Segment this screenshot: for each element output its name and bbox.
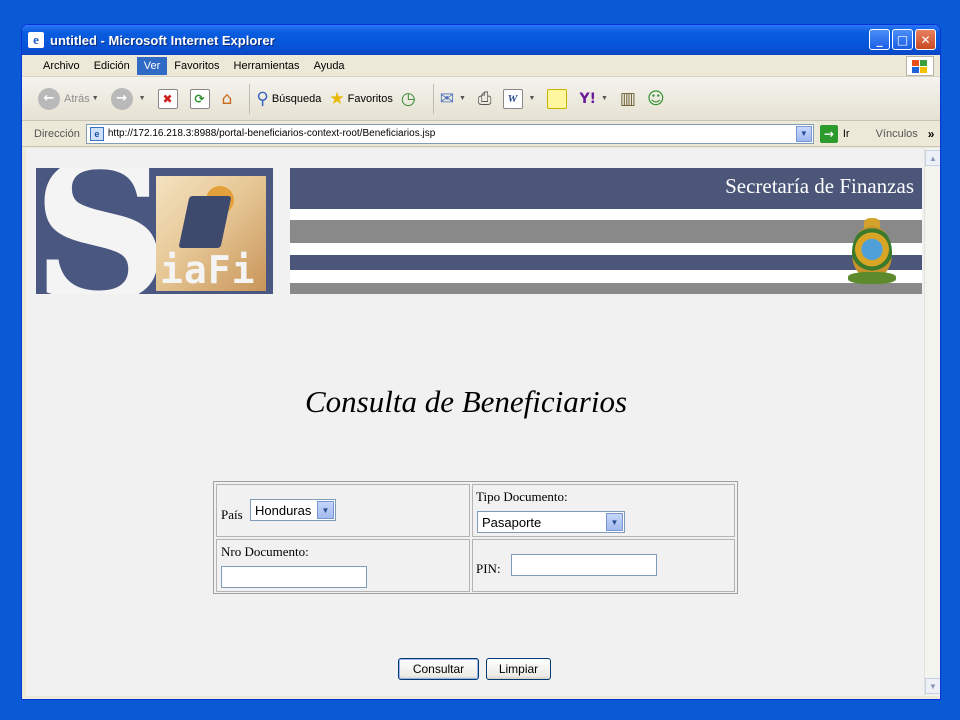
page-content: S iaFi Secretaría de Finanzas Consulta d… xyxy=(26,148,924,696)
forward-button[interactable]: → ▼ xyxy=(110,87,150,110)
edit-button[interactable]: W ▼ xyxy=(502,88,540,109)
favorites-label: Favoritos xyxy=(347,92,393,105)
nro-documento-label: Nro Documento: xyxy=(221,544,309,559)
refresh-icon: ⟳ xyxy=(189,88,210,109)
yahoo-icon: Y! xyxy=(579,90,596,107)
menu-ver[interactable]: Ver xyxy=(136,56,168,75)
nro-documento-input[interactable] xyxy=(221,566,367,588)
favorites-star-icon: ★ xyxy=(329,88,345,109)
address-dropdown-icon[interactable]: ▼ xyxy=(795,125,812,142)
edit-icon: W xyxy=(502,88,523,109)
minimize-button[interactable]: _ xyxy=(869,29,890,50)
back-icon: ← xyxy=(38,87,60,110)
go-arrow-icon: → xyxy=(819,124,838,143)
search-button[interactable]: ⚲ Búsqueda xyxy=(256,89,321,109)
status-strip xyxy=(22,696,940,699)
logo-letter: S xyxy=(36,168,170,294)
notes-button[interactable] xyxy=(547,88,571,109)
research-button[interactable]: ▥ xyxy=(620,89,639,109)
banner-stripes: Secretaría de Finanzas xyxy=(290,168,922,294)
stop-icon: ✖ xyxy=(157,88,178,109)
home-icon: ⌂ xyxy=(221,88,233,109)
tipo-documento-label: Tipo Documento: xyxy=(476,489,568,504)
address-input[interactable] xyxy=(107,128,788,139)
nro-documento-cell: Nro Documento: xyxy=(216,539,470,592)
menu-archivo[interactable]: Archivo xyxy=(36,57,87,75)
banner-title: Secretaría de Finanzas xyxy=(725,174,914,198)
mail-icon: ✉ xyxy=(439,88,454,109)
tipo-documento-value: Pasaporte xyxy=(482,514,542,530)
consultar-button[interactable]: Consultar xyxy=(398,658,479,680)
forward-icon: → xyxy=(110,87,133,110)
pais-cell: País Honduras ▼ xyxy=(216,484,470,537)
logo-text: iaFi xyxy=(160,248,256,292)
messenger-button[interactable]: ☺ xyxy=(647,89,668,109)
messenger-icon: ☺ xyxy=(646,88,665,109)
yahoo-dropdown-icon[interactable]: ▼ xyxy=(601,95,608,102)
address-bar: Dirección e ▼ → Ir Vínculos » xyxy=(22,121,940,147)
go-label: Ir xyxy=(842,127,850,140)
page-icon: e xyxy=(89,126,104,141)
toolbar-separator xyxy=(249,83,251,114)
search-icon: ⚲ xyxy=(256,88,269,109)
menu-bar: Archivo Edición Ver Favoritos Herramient… xyxy=(22,55,940,77)
chevron-down-icon[interactable]: ▼ xyxy=(317,501,334,519)
go-button[interactable]: → Ir xyxy=(819,124,850,143)
menu-ayuda[interactable]: Ayuda xyxy=(307,57,352,75)
chevron-icon[interactable]: » xyxy=(928,127,935,141)
forward-dropdown-icon[interactable]: ▼ xyxy=(139,95,146,102)
scroll-up-icon[interactable]: ▲ xyxy=(925,150,940,166)
scroll-down-icon[interactable]: ▼ xyxy=(925,678,940,694)
pin-cell: PIN: xyxy=(472,539,735,592)
toolbar-separator xyxy=(432,83,434,114)
coat-of-arms-icon xyxy=(846,218,898,286)
research-icon: ▥ xyxy=(619,88,636,109)
back-button[interactable]: ← Atrás ▼ xyxy=(38,87,103,110)
print-button[interactable]: ⎙ xyxy=(478,89,495,109)
notes-icon xyxy=(547,88,568,109)
pais-select-value: Honduras xyxy=(255,502,312,518)
pin-input[interactable] xyxy=(511,554,657,576)
mail-dropdown-icon[interactable]: ▼ xyxy=(459,95,466,102)
header-banner: S iaFi Secretaría de Finanzas xyxy=(36,168,922,294)
menu-herramientas[interactable]: Herramientas xyxy=(227,57,307,75)
pin-label: PIN: xyxy=(476,561,501,576)
history-button[interactable]: ◷ xyxy=(401,89,419,109)
yahoo-button[interactable]: Y! ▼ xyxy=(579,91,611,107)
history-icon: ◷ xyxy=(400,88,416,109)
siafi-logo: S iaFi xyxy=(36,168,273,294)
standard-toolbar: ← Atrás ▼ → ▼ ✖ ⟳ ⌂ ⚲ Búsqueda ★ Favorit… xyxy=(22,77,940,121)
pais-select[interactable]: Honduras ▼ xyxy=(250,499,336,521)
tipo-documento-cell: Tipo Documento: Pasaporte ▼ xyxy=(472,484,735,537)
title-bar[interactable]: e untitled - Microsoft Internet Explorer… xyxy=(22,25,940,55)
mail-button[interactable]: ✉ ▼ xyxy=(440,89,470,109)
favorites-button[interactable]: ★ Favoritos xyxy=(329,89,393,109)
chevron-down-icon[interactable]: ▼ xyxy=(606,513,623,531)
home-button[interactable]: ⌂ xyxy=(222,89,236,109)
tipo-documento-select[interactable]: Pasaporte ▼ xyxy=(477,511,625,533)
print-icon: ⎙ xyxy=(477,88,492,109)
browser-window: e untitled - Microsoft Internet Explorer… xyxy=(21,24,941,700)
page-title: Consulta de Beneficiarios xyxy=(304,384,628,419)
vertical-scrollbar[interactable]: ▲ ▼ xyxy=(924,148,940,696)
edit-dropdown-icon[interactable]: ▼ xyxy=(529,95,536,102)
search-form: País Honduras ▼ Tipo Documento: Pasaport… xyxy=(213,481,738,594)
menu-favoritos[interactable]: Favoritos xyxy=(167,57,226,75)
window-title: untitled - Microsoft Internet Explorer xyxy=(50,32,275,48)
refresh-button[interactable]: ⟳ xyxy=(189,88,214,109)
address-label: Dirección xyxy=(34,127,80,140)
back-label: Atrás xyxy=(64,92,90,105)
search-label: Búsqueda xyxy=(271,92,322,105)
windows-logo-icon xyxy=(906,56,934,76)
links-toolbar[interactable]: Vínculos xyxy=(876,128,918,140)
pais-label: País xyxy=(221,507,243,522)
limpiar-button[interactable]: Limpiar xyxy=(486,658,551,680)
ie-icon: e xyxy=(28,32,44,48)
close-button[interactable]: ✕ xyxy=(915,29,936,50)
stop-button[interactable]: ✖ xyxy=(157,88,182,109)
maximize-button[interactable]: □ xyxy=(892,29,913,50)
address-field[interactable]: e ▼ xyxy=(85,123,814,144)
back-dropdown-icon[interactable]: ▼ xyxy=(92,95,99,102)
menu-edicion[interactable]: Edición xyxy=(87,57,137,75)
